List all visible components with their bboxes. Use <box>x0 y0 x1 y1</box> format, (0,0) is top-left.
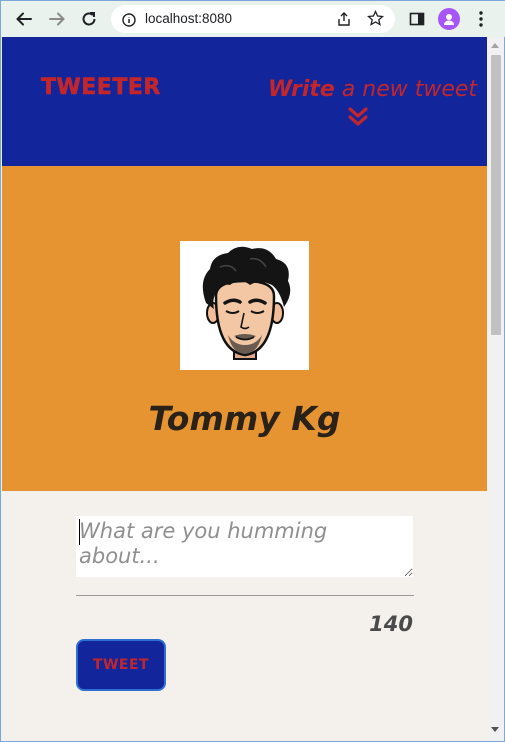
forward-icon[interactable] <box>45 7 69 31</box>
write-link-rest: a new tweet <box>334 77 478 102</box>
browser-toolbar: localhost:8080 <box>1 1 505 37</box>
page-viewport: TWEETER Write a new tweet Tommy Kg What … <box>2 37 487 741</box>
url-text: localhost:8080 <box>145 11 233 26</box>
scroll-up-icon[interactable] <box>491 43 499 48</box>
character-counter: 140 <box>369 612 413 636</box>
star-icon[interactable] <box>366 9 385 31</box>
compose-tweet-section: 140 TWEET <box>2 491 487 741</box>
vertical-scrollbar[interactable] <box>487 37 504 741</box>
reload-icon[interactable] <box>77 7 101 31</box>
compose-divider <box>76 595 414 596</box>
avatar <box>180 241 309 370</box>
tweet-textarea[interactable] <box>76 516 413 577</box>
write-new-tweet-link[interactable]: Write a new tweet <box>268 77 477 102</box>
profile-icon[interactable] <box>438 8 460 30</box>
info-icon[interactable] <box>122 12 136 31</box>
menu-icon[interactable] <box>469 7 493 31</box>
scroll-down-icon[interactable] <box>491 727 499 732</box>
top-nav: TWEETER Write a new tweet <box>2 37 487 166</box>
scroll-thumb[interactable] <box>491 55 501 335</box>
tweet-button[interactable]: TWEET <box>76 639 166 691</box>
brand-logo[interactable]: TWEETER <box>41 75 161 101</box>
sidebar-icon[interactable] <box>405 7 429 31</box>
avatar-face-icon <box>202 246 291 360</box>
user-name: Tommy Kg <box>148 399 341 438</box>
text-caret <box>79 519 80 545</box>
browser-window: localhost:8080 TWEETER Write a new tweet <box>0 0 505 742</box>
double-chevron-down-icon[interactable] <box>347 106 369 128</box>
write-link-strong: Write <box>268 77 335 102</box>
profile-header: Tommy Kg <box>2 166 487 491</box>
address-bar[interactable]: localhost:8080 <box>111 5 395 33</box>
back-icon[interactable] <box>12 7 36 31</box>
share-icon[interactable] <box>336 11 352 31</box>
